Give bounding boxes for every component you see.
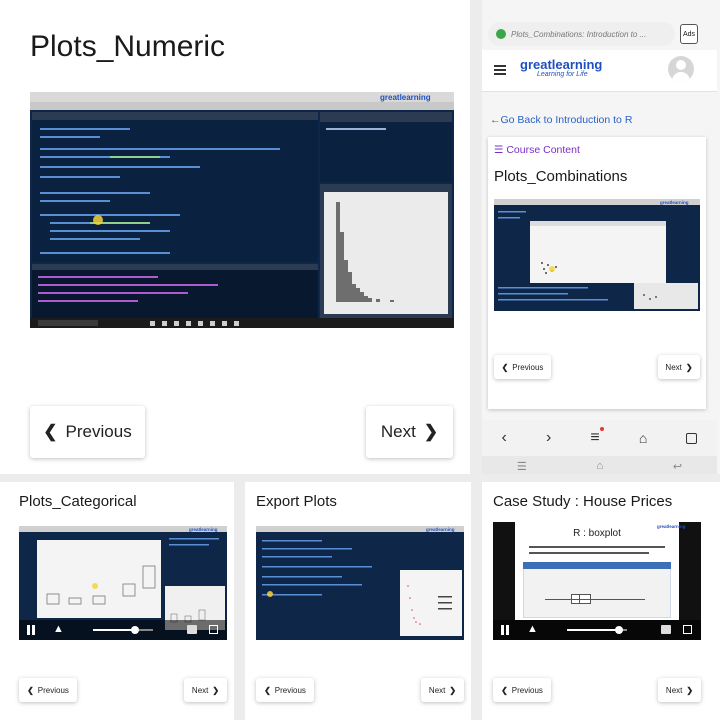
lesson-video[interactable]: greatlearning ▲ xyxy=(19,526,227,640)
previous-label: Previous xyxy=(511,685,543,695)
next-label: Next xyxy=(665,685,683,695)
status-bar xyxy=(482,0,717,14)
svg-text:greatlearning: greatlearning xyxy=(660,200,689,205)
rstudio-screenshot: greatlearning xyxy=(494,199,700,311)
lesson-video[interactable]: greatlearning xyxy=(494,199,700,311)
rstudio-screenshot: greatlearning xyxy=(30,92,454,328)
forward-arrow-icon[interactable]: › xyxy=(546,429,551,447)
lesson-panel-export: Export Plots greatlearning ❮ Previous Ne… xyxy=(245,482,471,714)
lesson-video[interactable]: greatlearning xyxy=(30,92,454,328)
next-button[interactable]: Next ❯ xyxy=(658,355,700,379)
lesson-title: Case Study : House Prices xyxy=(493,493,673,510)
svg-text:greatlearning: greatlearning xyxy=(426,527,455,532)
shield-check-icon xyxy=(496,29,506,39)
chevron-right-icon: ❯ xyxy=(686,685,694,695)
back-arrow-icon[interactable]: ‹ xyxy=(502,429,507,447)
previous-button[interactable]: ❮ Previous xyxy=(494,355,551,379)
arrow-left-icon: ← xyxy=(490,114,501,126)
list-icon: ☰ xyxy=(494,144,504,156)
video-controls[interactable]: ▲ xyxy=(493,620,701,640)
next-label: Next xyxy=(428,685,446,695)
next-button[interactable]: Next ❯ xyxy=(184,678,227,702)
next-label: Next xyxy=(380,422,416,441)
video-controls[interactable]: ▲ xyxy=(19,620,227,640)
chevron-right-icon: ❯ xyxy=(685,362,693,372)
mobile-browser-panel: Plots_Combinations: Introduction to ... … xyxy=(482,0,720,474)
panel-divider xyxy=(470,0,482,474)
browser-toolbar: ‹ › ≡ ⌂ xyxy=(482,420,717,456)
next-label: Next xyxy=(665,362,682,372)
panel-divider xyxy=(0,474,720,482)
chevron-left-icon: ❮ xyxy=(43,422,58,441)
panel-divider xyxy=(234,482,245,720)
previous-label: Previous xyxy=(512,362,544,372)
volume-icon[interactable]: ▲ xyxy=(527,623,538,635)
screenshot-collage: Plots_Numeric greatlearning ❮ Previous N… xyxy=(0,0,720,720)
lesson-panel-case-study: Case Study : House Prices R : boxplot gr… xyxy=(482,482,712,714)
previous-button[interactable]: ❮ Previous xyxy=(30,406,145,458)
lesson-title: Export Plots xyxy=(256,493,337,510)
pause-icon[interactable] xyxy=(501,625,509,635)
tabs-icon[interactable] xyxy=(686,432,698,444)
next-button[interactable]: Next ❯ xyxy=(658,678,701,702)
chevron-left-icon: ❮ xyxy=(501,685,508,695)
captions-icon[interactable] xyxy=(661,625,671,634)
hamburger-icon[interactable] xyxy=(494,65,506,75)
chevron-right-icon: ❯ xyxy=(449,685,457,695)
ads-block-icon[interactable]: Ads xyxy=(680,24,698,44)
lesson-title: Plots_Combinations xyxy=(494,168,628,185)
home-icon[interactable]: ⌂ xyxy=(639,430,647,446)
back-link[interactable]: ←Go Back to Introduction to R xyxy=(490,114,632,126)
chevron-right-icon: ❯ xyxy=(423,422,439,441)
menu-icon[interactable]: ≡ xyxy=(590,427,604,447)
previous-button[interactable]: ❮ Previous xyxy=(493,678,551,702)
seek-bar[interactable] xyxy=(93,626,153,634)
previous-button[interactable]: ❮ Previous xyxy=(256,678,314,702)
brand-tagline: Learning for Life xyxy=(537,71,588,78)
previous-button[interactable]: ❮ Previous xyxy=(19,678,77,702)
chevron-left-icon: ❮ xyxy=(501,362,509,372)
chevron-right-icon: ❯ xyxy=(212,685,220,695)
rstudio-screenshot: greatlearning xyxy=(256,526,464,640)
lesson-video[interactable]: R : boxplot greatlearning ▲ xyxy=(493,522,701,640)
next-button[interactable]: Next ❯ xyxy=(421,678,464,702)
panel-divider xyxy=(471,482,482,720)
android-nav-bar: ☰ ⌂ ↩ xyxy=(482,456,717,474)
course-content-toggle[interactable]: ☰ Course Content xyxy=(494,144,580,156)
previous-label: Previous xyxy=(37,685,69,695)
address-bar[interactable]: Plots_Combinations: Introduction to ... xyxy=(488,22,675,46)
previous-label: Previous xyxy=(274,685,306,695)
next-button[interactable]: Next ❯ xyxy=(366,406,453,458)
seek-bar[interactable] xyxy=(567,626,627,634)
volume-icon[interactable]: ▲ xyxy=(53,623,64,635)
brand-logo: greatlearning xyxy=(520,57,603,72)
next-label: Next xyxy=(191,685,209,695)
slide-title: R : boxplot xyxy=(573,528,621,539)
pause-icon[interactable] xyxy=(27,625,35,635)
user-avatar-icon[interactable] xyxy=(668,56,694,82)
url-text: Plots_Combinations: Introduction to ... xyxy=(511,29,647,39)
fullscreen-icon[interactable] xyxy=(683,625,692,634)
app-header: greatlearning Learning for Life xyxy=(482,50,717,92)
main-lesson-panel: Plots_Numeric greatlearning ❮ Previous N… xyxy=(0,0,470,474)
svg-text:greatlearning: greatlearning xyxy=(380,93,431,102)
fullscreen-icon[interactable] xyxy=(209,625,218,634)
lesson-panel-categorical: Plots_Categorical greatlearning ▲ ❮ Prev… xyxy=(8,482,234,714)
lesson-card: ☰ Course Content Plots_Combinations grea… xyxy=(488,137,706,409)
previous-label: Previous xyxy=(65,422,132,441)
captions-icon[interactable] xyxy=(187,625,197,634)
android-home-icon[interactable]: ⌂ xyxy=(597,460,604,472)
slide-logo: greatlearning xyxy=(657,524,686,529)
lesson-title: Plots_Categorical xyxy=(19,493,137,510)
android-back-icon[interactable]: ↩ xyxy=(673,460,682,473)
svg-text:greatlearning: greatlearning xyxy=(189,527,218,532)
chevron-left-icon: ❮ xyxy=(264,685,271,695)
chevron-left-icon: ❮ xyxy=(27,685,34,695)
slide: R : boxplot xyxy=(515,522,679,620)
ads-label: Ads xyxy=(682,30,696,38)
recent-apps-icon[interactable]: ☰ xyxy=(517,460,527,473)
lesson-video[interactable]: greatlearning xyxy=(256,526,464,640)
page-title: Plots_Numeric xyxy=(30,30,226,63)
